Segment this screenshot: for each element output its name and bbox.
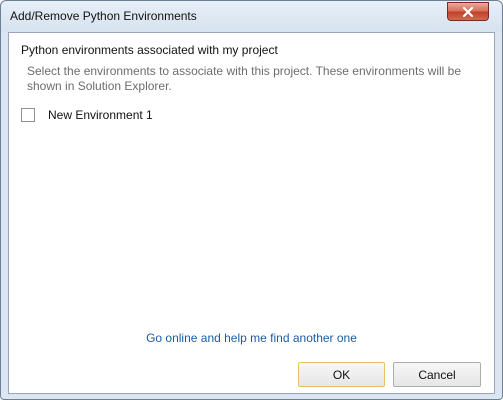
find-environment-link[interactable]: Go online and help me find another one bbox=[9, 331, 494, 345]
section-heading: Python environments associated with my p… bbox=[21, 43, 278, 57]
environment-list-item[interactable]: New Environment 1 bbox=[21, 106, 153, 124]
title-bar[interactable]: Add/Remove Python Environments bbox=[1, 1, 502, 32]
close-button[interactable] bbox=[447, 2, 489, 21]
environment-checkbox[interactable] bbox=[21, 108, 35, 122]
section-description: Select the environments to associate wit… bbox=[27, 64, 461, 93]
dialog-content: Python environments associated with my p… bbox=[8, 32, 495, 394]
cancel-button[interactable]: Cancel bbox=[393, 362, 481, 387]
window-title: Add/Remove Python Environments bbox=[10, 9, 197, 23]
ok-button[interactable]: OK bbox=[298, 362, 385, 387]
dialog-window: Add/Remove Python Environments Python en… bbox=[0, 0, 503, 400]
close-icon bbox=[462, 7, 474, 17]
environment-label: New Environment 1 bbox=[48, 108, 153, 122]
